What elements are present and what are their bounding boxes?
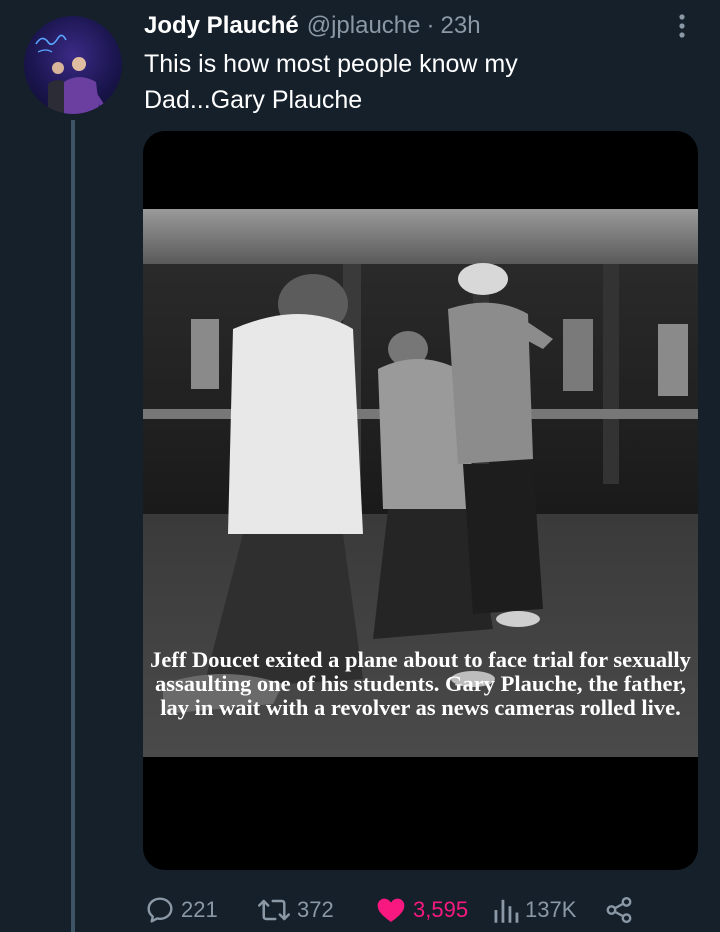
image-caption: Jeff Doucet exited a plane about to face…	[150, 647, 691, 720]
reply-button[interactable]: 221	[144, 890, 218, 930]
more-vertical-icon[interactable]	[672, 12, 692, 40]
timestamp[interactable]: 23h	[441, 12, 481, 40]
tweet: Jody Plauché @jplauche · 23h This is how…	[0, 0, 720, 932]
like-button[interactable]: 3,595	[374, 890, 468, 930]
reply-icon	[147, 897, 173, 923]
avatar[interactable]	[24, 16, 122, 114]
thread-line	[71, 120, 75, 932]
tweet-header: Jody Plauché @jplauche · 23h	[144, 8, 481, 44]
action-bar: 221 372 3,595 137K	[144, 890, 704, 930]
heart-icon	[377, 898, 405, 922]
share-button[interactable]	[604, 890, 634, 930]
media-card[interactable]: Jeff Doucet exited a plane about to face…	[143, 131, 698, 870]
share-icon	[606, 896, 632, 924]
display-name[interactable]: Jody Plauché	[144, 12, 299, 40]
views-button[interactable]: 137K	[492, 890, 576, 930]
like-count: 3,595	[413, 897, 469, 922]
tweet-text: This is how most people know my Dad...Ga…	[144, 50, 518, 114]
header-separator: ·	[426, 12, 435, 39]
user-handle[interactable]: @jplauche	[307, 12, 421, 40]
reply-count: 221	[181, 897, 218, 922]
retweet-icon	[257, 899, 291, 921]
views-count: 137K	[525, 897, 577, 922]
retweet-count: 372	[297, 897, 334, 922]
avatar-photo	[35, 34, 104, 114]
views-icon	[494, 899, 519, 923]
retweet-button[interactable]: 372	[256, 890, 334, 930]
